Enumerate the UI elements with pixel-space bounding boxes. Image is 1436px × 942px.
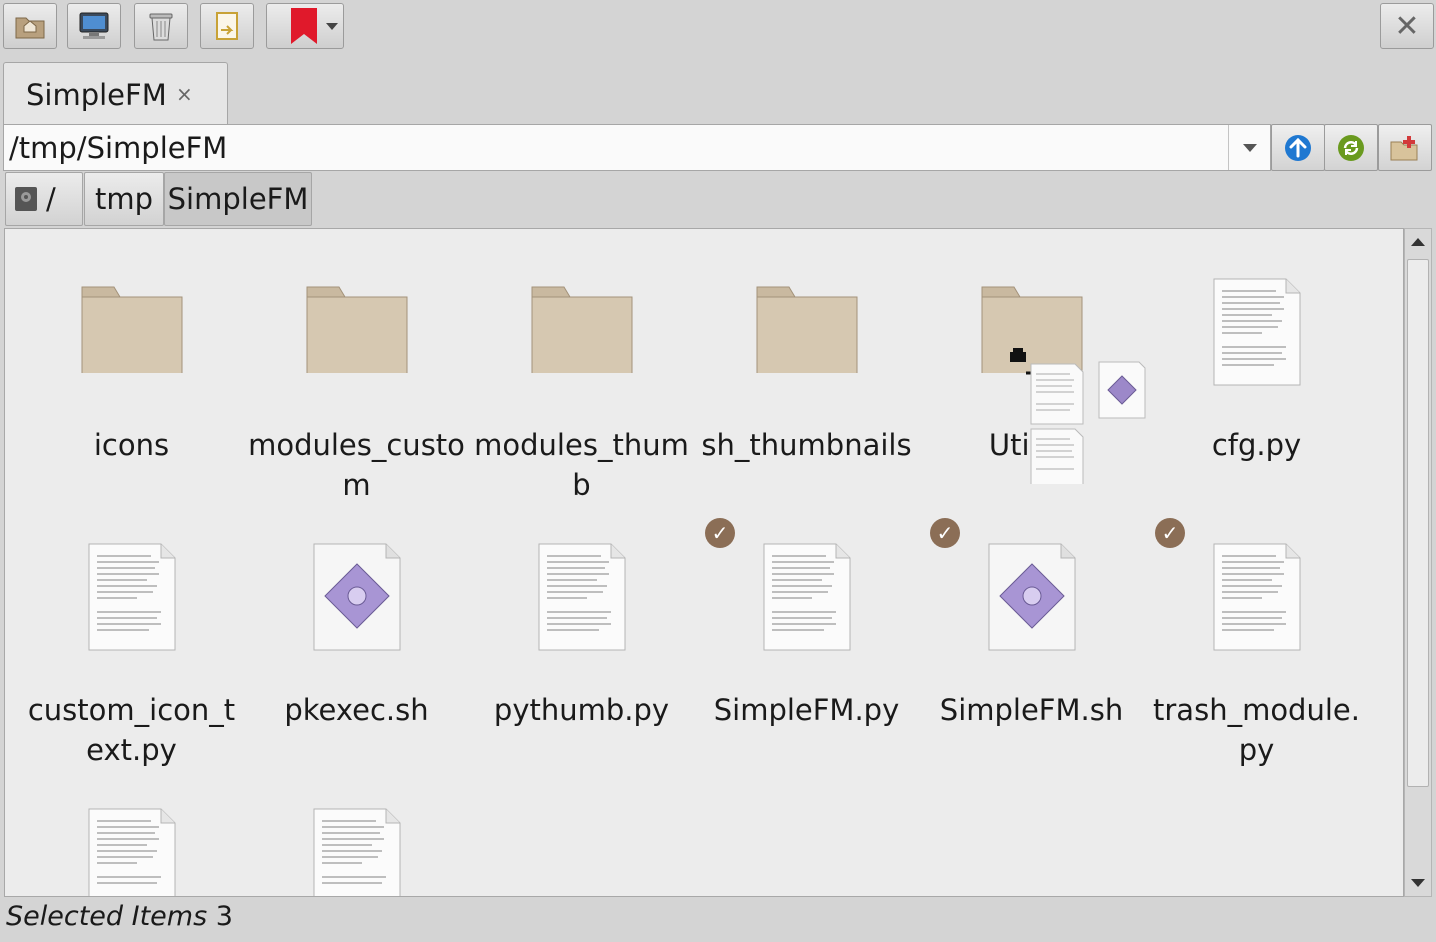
script-file-icon — [988, 543, 1075, 651]
move-to-button[interactable] — [200, 3, 254, 49]
file-name: modules_thumb — [474, 428, 689, 502]
breadcrumb-label: tmp — [94, 182, 154, 216]
arrow-up-icon — [1411, 238, 1425, 246]
bookmarks-button[interactable] — [266, 3, 344, 49]
refresh-icon — [1338, 134, 1364, 161]
arrow-up-icon — [1285, 134, 1311, 161]
chevron-down-icon — [1242, 143, 1257, 152]
tab-close-icon[interactable]: × — [176, 82, 193, 106]
scroll-up-button[interactable] — [1405, 229, 1431, 255]
selected-count: 3 — [215, 901, 233, 932]
vertical-scrollbar[interactable] — [1404, 228, 1432, 897]
scroll-down-button[interactable] — [1405, 870, 1431, 896]
file-name: pkexec.sh — [284, 693, 429, 727]
file-name: cfg.py — [1211, 428, 1302, 462]
folder-icon — [531, 286, 632, 373]
chevron-down-icon — [326, 23, 338, 30]
text-file-icon — [1213, 543, 1300, 651]
text-file-icon — [763, 543, 850, 651]
path-value: /tmp/SimpleFM — [9, 131, 228, 165]
file-name: icons — [93, 428, 170, 462]
file-name: SimpleFM.py — [713, 693, 900, 727]
tab-simplefm[interactable]: SimpleFM × — [3, 62, 228, 124]
file-name: trash_module.py — [1153, 693, 1360, 767]
folder-icon — [756, 286, 857, 373]
breadcrumb-root[interactable]: / — [5, 172, 83, 226]
breadcrumb-label: SimpleFM — [167, 182, 309, 216]
computer-button[interactable] — [67, 3, 121, 49]
breadcrumb-root-label: / — [46, 182, 56, 216]
script-file-icon — [313, 543, 400, 651]
text-file-icon — [88, 808, 175, 896]
path-input[interactable]: /tmp/SimpleFM — [3, 124, 1271, 171]
status-bar: Selected Items 3 — [6, 901, 233, 932]
computer-icon — [79, 12, 109, 39]
status-label: Selected Items — [6, 901, 208, 932]
text-file-icon — [88, 543, 175, 651]
trash-icon — [149, 13, 173, 41]
close-icon: ✕ — [1394, 8, 1420, 44]
folder-icon — [81, 286, 182, 373]
new-folder-button[interactable] — [1378, 124, 1432, 171]
breadcrumb-simplefm[interactable]: SimpleFM — [164, 172, 312, 226]
close-window-button[interactable]: ✕ — [1380, 3, 1434, 49]
breadcrumb-tmp[interactable]: tmp — [84, 172, 164, 226]
go-up-button[interactable] — [1271, 124, 1325, 171]
text-file-icon — [538, 543, 625, 651]
text-file-icon — [313, 808, 400, 896]
file-name: custom_icon_text.py — [27, 693, 236, 767]
refresh-button[interactable] — [1324, 124, 1378, 171]
arrow-down-icon — [1411, 879, 1425, 887]
file-name: SimpleFM.sh — [939, 693, 1124, 727]
file-name: modules_custom — [248, 428, 465, 502]
new-folder-icon — [1390, 135, 1418, 160]
file-name: pythumb.py — [493, 693, 670, 727]
home-folder-icon — [15, 17, 45, 39]
bookmark-icon — [291, 8, 317, 44]
text-file-icon — [1213, 278, 1300, 386]
tab-label: SimpleFM — [26, 78, 167, 112]
file-icon-view[interactable]: icons modules_custom modules_thumb sh_th… — [4, 228, 1404, 897]
home-folder-button[interactable] — [3, 3, 57, 49]
drag-cursor-icon — [1010, 348, 1146, 484]
file-name: sh_thumbnails — [701, 428, 912, 462]
path-history-dropdown[interactable] — [1228, 125, 1270, 170]
move-to-icon — [216, 12, 238, 40]
folder-icon — [306, 286, 407, 373]
trash-button[interactable] — [134, 3, 188, 49]
drive-icon — [15, 187, 37, 211]
scrollbar-thumb[interactable] — [1407, 259, 1429, 787]
